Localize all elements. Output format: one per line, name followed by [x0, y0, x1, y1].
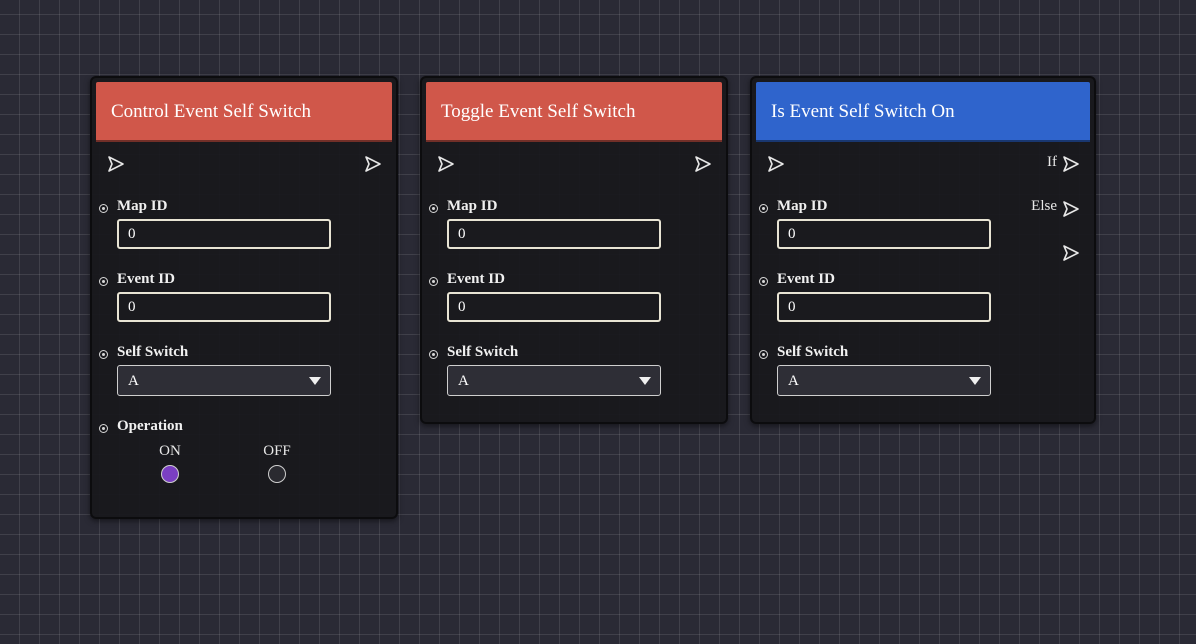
if-output-label: If: [1047, 154, 1057, 170]
operation-off-label: OFF: [263, 443, 291, 459]
else-output-arrow-icon[interactable]: [1061, 199, 1081, 219]
event-id-input[interactable]: [777, 292, 991, 322]
operation-on-radio[interactable]: [161, 465, 179, 483]
self-switch-label: Self Switch: [117, 344, 189, 360]
map-id-input-port[interactable]: [99, 204, 108, 213]
exec-output-arrow-icon[interactable]: [363, 154, 383, 174]
self-switch-input-port[interactable]: [99, 350, 108, 359]
node-header[interactable]: Toggle Event Self Switch: [426, 82, 722, 142]
map-id-label: Map ID: [447, 198, 498, 214]
event-id-input-port[interactable]: [429, 277, 438, 286]
map-id-input-port[interactable]: [429, 204, 438, 213]
self-switch-label: Self Switch: [447, 344, 519, 360]
operation-off-radio[interactable]: [268, 465, 286, 483]
event-id-label: Event ID: [117, 271, 175, 287]
operation-on-label: ON: [159, 443, 181, 459]
event-id-input[interactable]: [117, 292, 331, 322]
self-switch-selected-value: A: [788, 373, 799, 389]
event-id-input-port[interactable]: [99, 277, 108, 286]
operation-label: Operation: [117, 418, 183, 434]
self-switch-dropdown[interactable]: A: [117, 365, 331, 396]
node-control-event-self-switch[interactable]: Control Event Self Switch Map ID Event I…: [90, 76, 398, 519]
self-switch-input-port[interactable]: [759, 350, 768, 359]
operation-input-port[interactable]: [99, 424, 108, 433]
self-switch-input-port[interactable]: [429, 350, 438, 359]
chevron-down-icon: [639, 377, 651, 385]
map-id-label: Map ID: [117, 198, 168, 214]
event-id-input[interactable]: [447, 292, 661, 322]
event-id-input-port[interactable]: [759, 277, 768, 286]
event-id-label: Event ID: [447, 271, 505, 287]
map-id-input[interactable]: [447, 219, 661, 249]
exec-input-arrow-icon[interactable]: [436, 154, 456, 174]
if-output-arrow-icon[interactable]: [1061, 154, 1081, 174]
chevron-down-icon: [969, 377, 981, 385]
node-is-event-self-switch-on[interactable]: Is Event Self Switch On If Else Map ID E…: [750, 76, 1096, 424]
node-header[interactable]: Control Event Self Switch: [96, 82, 392, 142]
self-switch-selected-value: A: [458, 373, 469, 389]
self-switch-selected-value: A: [128, 373, 139, 389]
self-switch-dropdown[interactable]: A: [447, 365, 661, 396]
node-title: Toggle Event Self Switch: [441, 101, 636, 122]
exec-output-arrow-icon[interactable]: [1061, 243, 1081, 263]
exec-input-arrow-icon[interactable]: [766, 154, 786, 174]
map-id-input[interactable]: [777, 219, 991, 249]
map-id-input-port[interactable]: [759, 204, 768, 213]
map-id-input[interactable]: [117, 219, 331, 249]
node-title: Control Event Self Switch: [111, 101, 312, 122]
chevron-down-icon: [309, 377, 321, 385]
node-title: Is Event Self Switch On: [771, 101, 955, 122]
self-switch-dropdown[interactable]: A: [777, 365, 991, 396]
exec-input-arrow-icon[interactable]: [106, 154, 126, 174]
node-toggle-event-self-switch[interactable]: Toggle Event Self Switch Map ID Event ID…: [420, 76, 728, 424]
exec-output-arrow-icon[interactable]: [693, 154, 713, 174]
event-id-label: Event ID: [777, 271, 835, 287]
else-output-label: Else: [1031, 198, 1057, 214]
node-header[interactable]: Is Event Self Switch On: [756, 82, 1090, 142]
map-id-label: Map ID: [777, 198, 828, 214]
self-switch-label: Self Switch: [777, 344, 849, 360]
